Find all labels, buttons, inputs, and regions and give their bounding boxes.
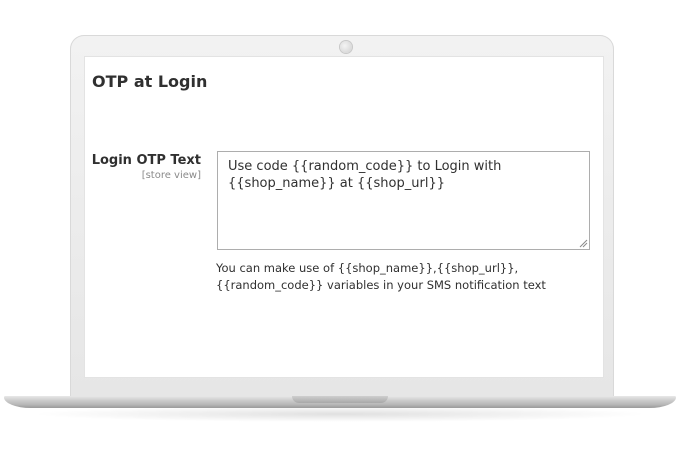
field-help-note: You can make use of {{shop_name}},{{shop… xyxy=(216,261,546,292)
section-title: OTP at Login xyxy=(92,72,208,91)
login-otp-text-input[interactable]: Use code {{random_code}} to Login with {… xyxy=(217,151,590,250)
laptop-shadow xyxy=(30,406,650,422)
camera-icon xyxy=(340,41,352,53)
resize-grip-icon[interactable] xyxy=(578,238,588,248)
laptop-mockup: OTP at Login Login OTP Text [store view]… xyxy=(0,0,680,450)
login-otp-text-label: Login OTP Text xyxy=(91,153,201,168)
laptop-notch xyxy=(292,396,388,403)
store-view-scope-label: [store view] xyxy=(141,170,201,181)
